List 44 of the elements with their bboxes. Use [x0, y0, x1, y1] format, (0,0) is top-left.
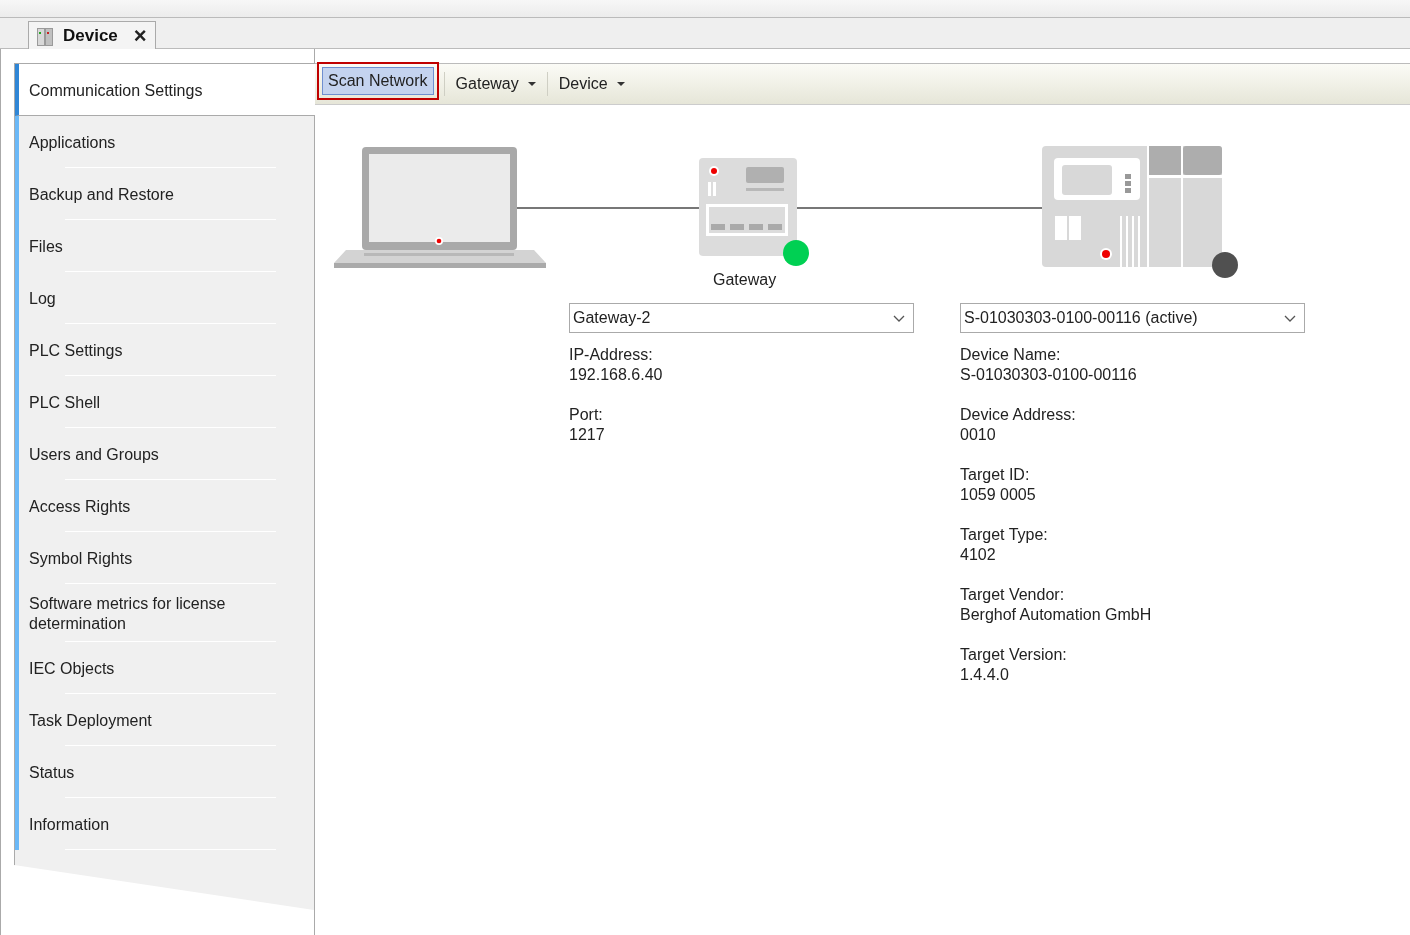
- sidebar-item[interactable]: Users and Groups: [15, 428, 314, 480]
- toolbar-menu[interactable]: Gateway: [449, 70, 542, 98]
- field-label: Device Name:: [960, 345, 1062, 365]
- sidebar-item[interactable]: Access Rights: [15, 480, 314, 532]
- field-value: 1217: [569, 425, 606, 445]
- field-label: Target Vendor:: [960, 585, 1066, 605]
- sidebar-item[interactable]: Symbol Rights: [15, 532, 314, 584]
- sidebar-item[interactable]: Software metrics for license determination: [15, 584, 314, 642]
- sidebar-item[interactable]: Task Deployment: [15, 694, 314, 746]
- gateway-dropdown[interactable]: Gateway-2: [569, 303, 914, 333]
- toolbar-menu[interactable]: Device: [552, 70, 631, 98]
- caret-icon: [616, 81, 625, 87]
- field-label: Target Version:: [960, 645, 1068, 665]
- sidebar-item[interactable]: IEC Objects: [15, 642, 314, 694]
- laptop-icon: [334, 146, 546, 270]
- close-button[interactable]: ×: [133, 24, 147, 47]
- caret-icon: [527, 81, 536, 87]
- field-value: 1059 0005: [960, 485, 1037, 505]
- sidebar-item[interactable]: PLC Settings: [15, 324, 314, 376]
- sidebar-item[interactable]: Applications: [15, 116, 314, 168]
- field-label: Port:: [569, 405, 604, 425]
- gateway-label: Gateway: [713, 271, 777, 289]
- field-value: S-01030303-0100-00116: [960, 365, 1138, 385]
- field-value: 1.4.4.0: [960, 665, 1010, 685]
- sidebar-item[interactable]: Backup and Restore: [15, 168, 314, 220]
- sidebar-item[interactable]: Communication Settings: [15, 64, 315, 116]
- sidebar-item[interactable]: Files: [15, 220, 314, 272]
- sidebar-item[interactable]: Status: [15, 746, 314, 798]
- field-label: Target Type:: [960, 525, 1049, 545]
- toolbar-button[interactable]: Scan Network: [322, 67, 434, 95]
- device-dropdown[interactable]: S-01030303-0100-00116 (active): [960, 303, 1305, 333]
- field-value: Berghof Automation GmbH: [960, 605, 1153, 625]
- editor-tab-title: Device: [63, 25, 118, 46]
- sidebar-item[interactable]: PLC Shell: [15, 376, 314, 428]
- field-label: Target ID:: [960, 465, 1031, 485]
- field-value: 4102: [960, 545, 997, 565]
- field-label: Device Address:: [960, 405, 1077, 425]
- chevron-down-icon: [893, 314, 905, 322]
- field-value: 192.168.6.40: [569, 365, 664, 385]
- field-value: 0010: [960, 425, 997, 445]
- field-label: IP-Address:: [569, 345, 654, 365]
- editor-tab[interactable]: Device ×: [28, 21, 156, 49]
- chevron-down-icon: [1284, 314, 1296, 322]
- sidebar-item[interactable]: Log: [15, 272, 314, 324]
